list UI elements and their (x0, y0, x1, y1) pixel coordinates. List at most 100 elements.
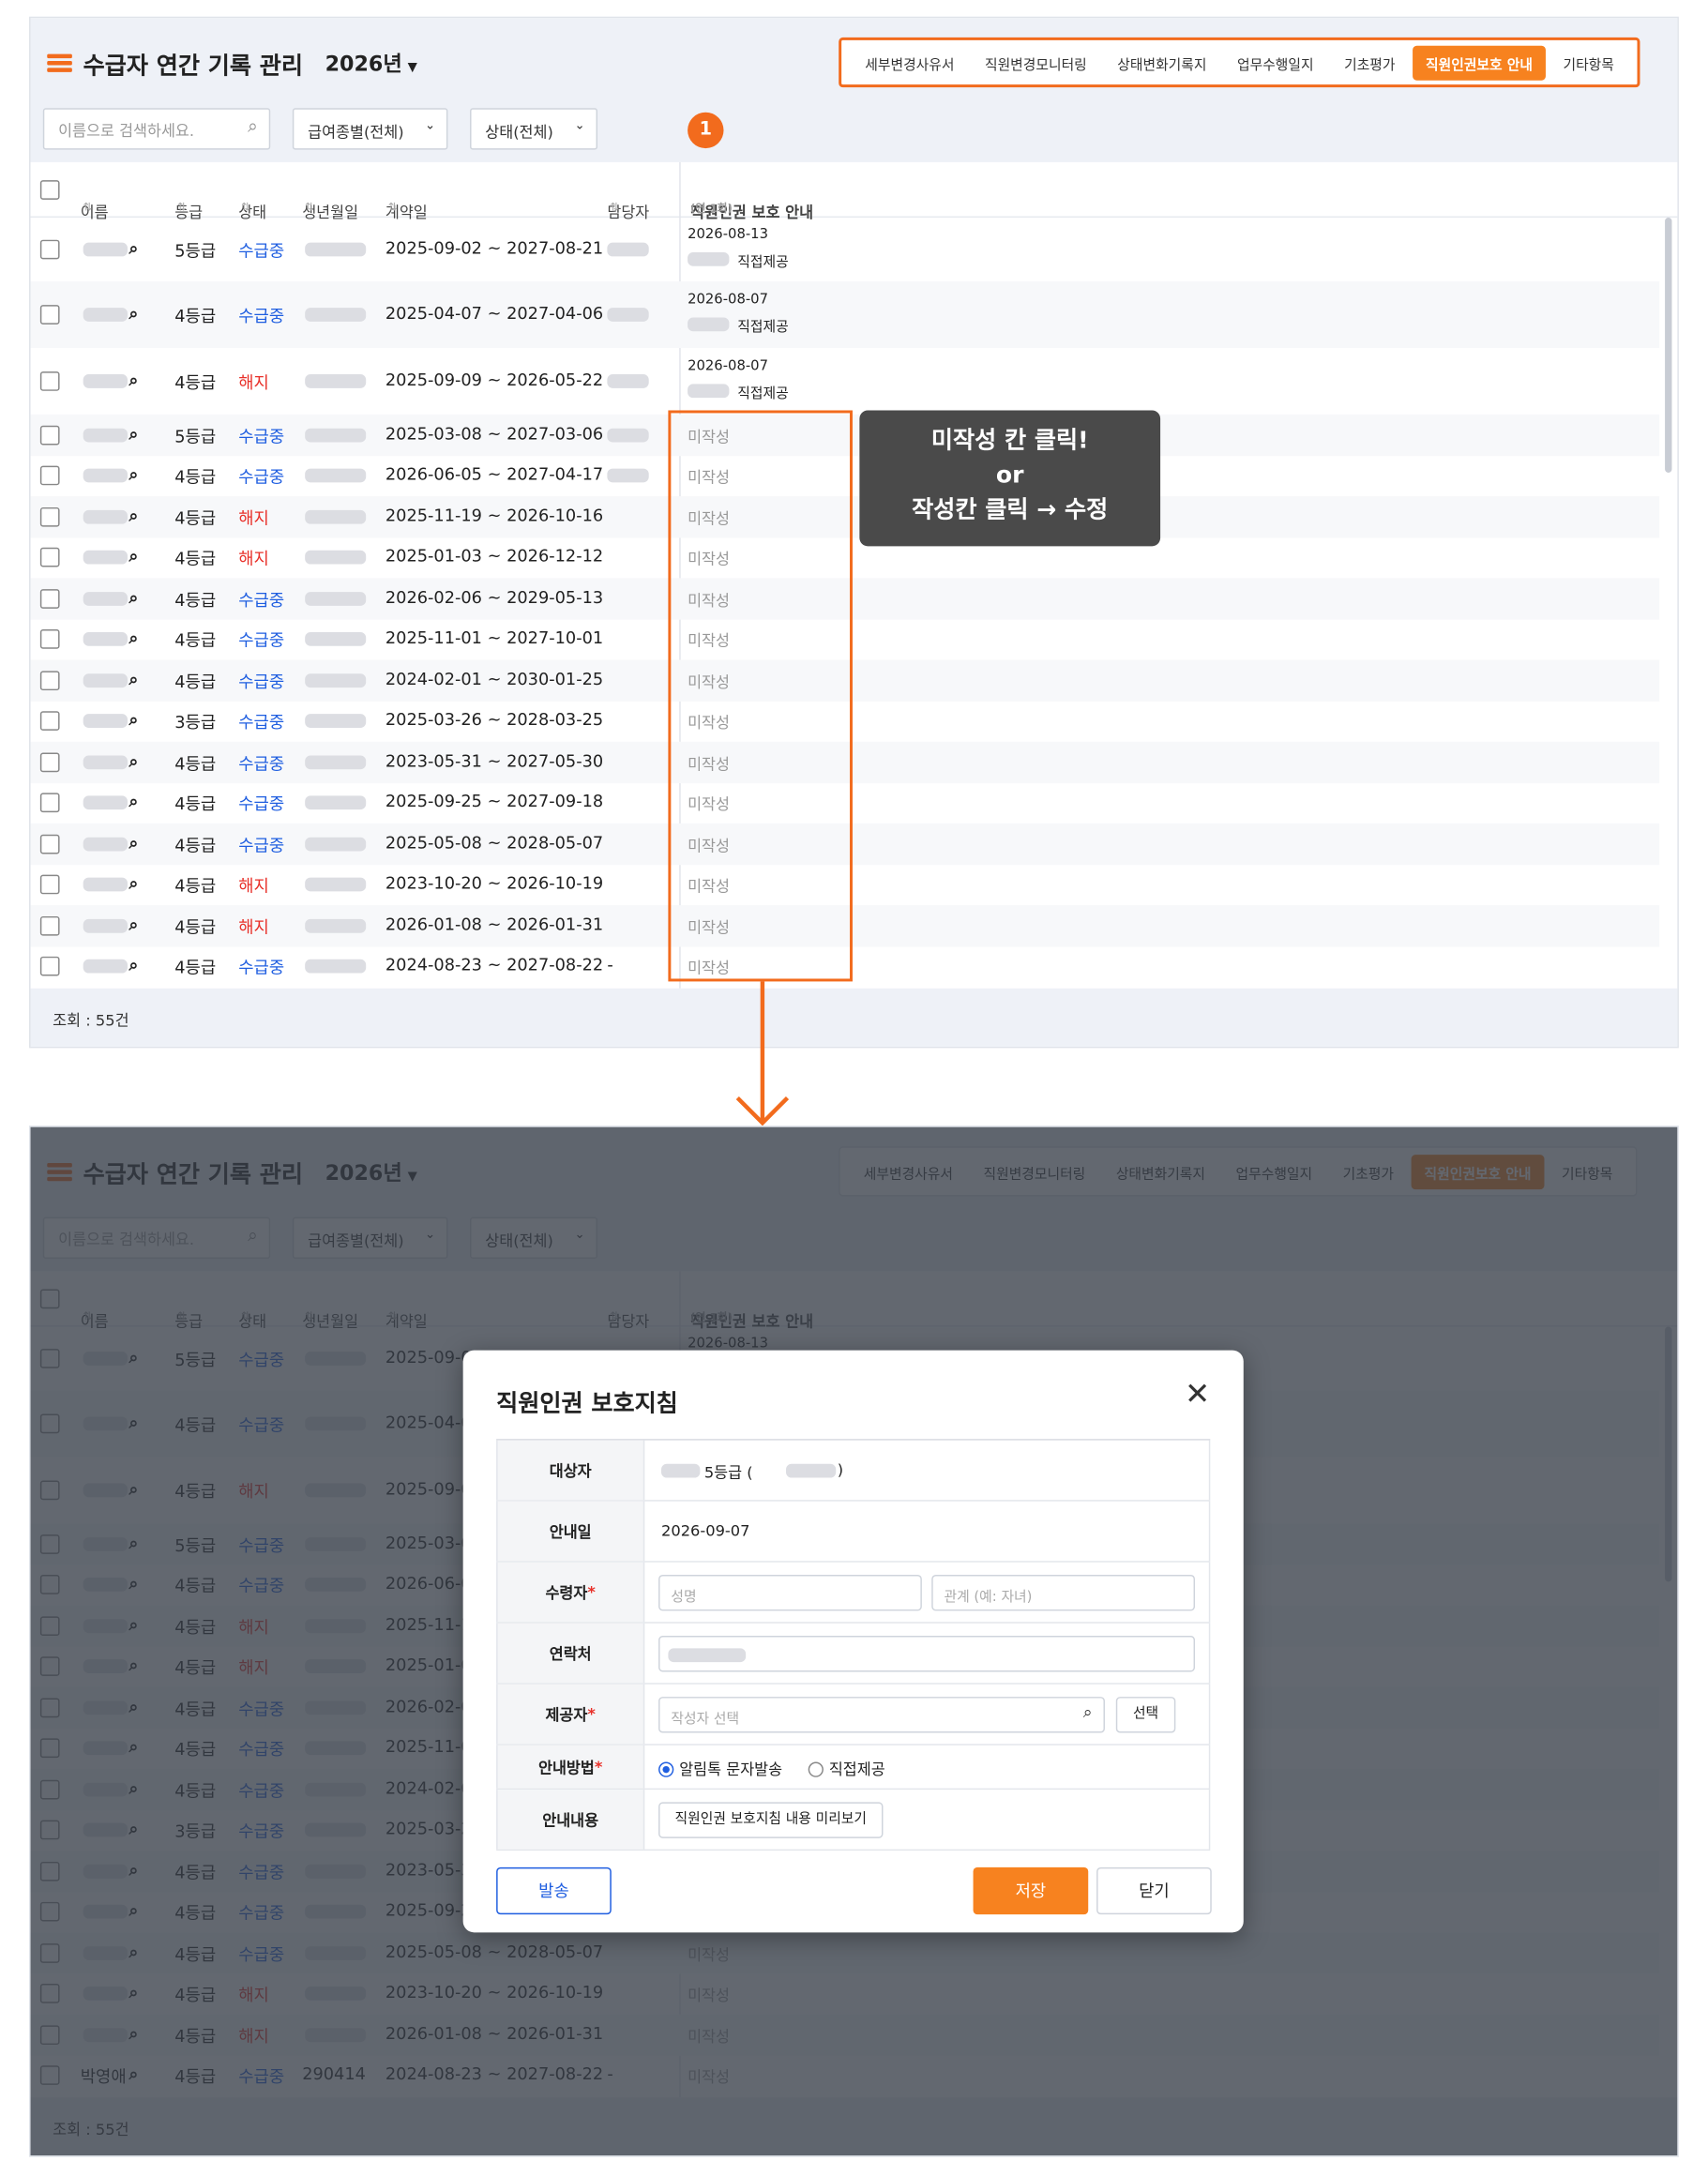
row-checkbox[interactable] (39, 465, 60, 486)
row-checkbox[interactable] (39, 793, 60, 813)
method-direct-radio[interactable]: 직접제공 (808, 1758, 885, 1780)
provider-select-button[interactable]: 선택 (1115, 1697, 1176, 1733)
search-icon[interactable]: ⌕ (128, 547, 138, 567)
hamburger-icon[interactable] (47, 53, 72, 73)
guide-method[interactable]: 직접제공 (737, 249, 788, 270)
close-icon[interactable]: ✕ (1185, 1378, 1210, 1413)
contract-cell: 2025-11-01 ~ 2027-10-01 (385, 627, 604, 648)
search-icon[interactable]: ⌕ (128, 670, 138, 690)
tab-1[interactable]: 직원변경모니터링 (973, 45, 1099, 80)
radio-checked-icon (658, 1760, 674, 1777)
contract-cell: 2026-01-08 ~ 2026-01-31 (385, 914, 604, 934)
select-all-checkbox[interactable] (39, 180, 60, 200)
contact-label: 연락처 (496, 1623, 645, 1684)
receiver-label-text: 수령자 (545, 1583, 588, 1602)
guide-date[interactable]: 2026-08-07 (688, 293, 768, 308)
status-cell: 수급중 (238, 713, 285, 733)
tab-2[interactable]: 상태변화기록지 (1105, 45, 1219, 80)
table-row[interactable]: ⌕ 4등급 해지 2025-09-09 ~ 2026-05-22 2026-08-07 직… (31, 348, 1660, 415)
row-checkbox[interactable] (39, 371, 60, 391)
search-icon[interactable]: ⌕ (128, 833, 138, 854)
row-checkbox[interactable] (39, 915, 60, 936)
table-row[interactable]: ⌕ 4등급 수급중 2025-04-07 ~ 2027-04-06 2026-08-07… (30, 281, 1660, 348)
row-checkbox[interactable] (39, 629, 60, 650)
contract-cell: 2025-01-03 ~ 2026-12-12 (385, 546, 604, 567)
guide-method[interactable]: 직접제공 (737, 381, 788, 401)
search-icon[interactable]: ⌕ (1083, 1702, 1093, 1723)
method-alimtalk-radio[interactable]: 알림톡 문자발송 (658, 1758, 782, 1780)
search-icon[interactable]: ⌕ (128, 956, 138, 976)
row-checkbox[interactable] (39, 425, 60, 446)
status-filter-label: 상태(전체) (485, 123, 553, 142)
table-header: 이름⇅ 등급⇅ 상태⇅ 생년월일⇅ 계약일⇅ 담당자⇅ 직원인권 보호 안내(연… (30, 161, 1678, 221)
search-icon[interactable]: ⌕ (128, 506, 138, 526)
search-icon[interactable]: ⌕ (128, 710, 138, 731)
row-checkbox[interactable] (39, 670, 60, 690)
preview-button[interactable]: 직원인권 보호지침 내용 미리보기 (658, 1802, 884, 1838)
table-row[interactable]: ⌕ 5등급 수급중 2025-09-02 ~ 2027-08-21 2026-08-13… (31, 218, 1660, 281)
guide-method[interactable]: 직접제공 (737, 315, 788, 335)
search-icon[interactable]: ⌕ (128, 464, 138, 485)
send-button[interactable]: 발송 (496, 1866, 612, 1915)
row-checkbox[interactable] (39, 834, 60, 854)
search-icon[interactable]: ⌕ (128, 238, 138, 259)
blurred-name (83, 551, 128, 565)
row-checkbox[interactable] (39, 305, 60, 325)
content-value: 직원인권 보호지침 내용 미리보기 (644, 1790, 1211, 1850)
save-button[interactable]: 저장 (973, 1866, 1089, 1915)
blurred-name (83, 918, 128, 933)
blurred-birth (305, 242, 367, 257)
blurred-name (83, 374, 128, 388)
year-label: 2026년 (325, 51, 402, 77)
status-select[interactable]: 상태(전체) ⌄ (470, 108, 598, 150)
tab-0[interactable]: 세부변경사유서 (853, 45, 967, 80)
pay-type-select[interactable]: 급여종별(전체) ⌄ (292, 108, 448, 150)
receiver-relation-input[interactable]: 관계 (예: 자녀) (931, 1575, 1196, 1611)
search-icon[interactable]: ⌕ (128, 914, 138, 935)
tab-3[interactable]: 업무수행일지 (1225, 45, 1326, 80)
tab-6[interactable]: 기타항목 (1550, 45, 1626, 80)
receiver-label: 수령자 * (496, 1562, 645, 1623)
scrollbar[interactable] (1665, 218, 1672, 473)
blurred-name (83, 632, 128, 647)
grade-cell: 3등급 (174, 713, 217, 733)
search-icon[interactable]: ⌕ (248, 116, 258, 137)
caret-down-icon: ▼ (407, 61, 417, 75)
tab-4[interactable]: 기초평가 (1332, 45, 1408, 80)
status-cell: 해지 (238, 549, 269, 569)
close-button[interactable]: 닫기 (1096, 1866, 1212, 1915)
search-icon[interactable]: ⌕ (128, 304, 138, 325)
search-icon[interactable]: ⌕ (128, 792, 138, 812)
guide-date[interactable]: 2026-08-13 (688, 227, 768, 242)
contract-cell: 2023-05-31 ~ 2027-05-30 (385, 750, 604, 771)
blurred-birth (305, 591, 367, 606)
form-row-contact: 연락처 (496, 1623, 1211, 1685)
search-icon[interactable]: ⌕ (128, 751, 138, 772)
sort-icon: ⇅ (305, 201, 315, 214)
contact-input[interactable] (658, 1636, 1196, 1672)
row-checkbox[interactable] (39, 548, 60, 567)
row-checkbox[interactable] (39, 957, 60, 976)
status-cell: 수급중 (238, 590, 285, 610)
grade-cell: 4등급 (174, 672, 217, 692)
search-icon[interactable]: ⌕ (128, 874, 138, 895)
row-checkbox[interactable] (39, 874, 60, 895)
row-checkbox[interactable] (39, 239, 60, 260)
receiver-name-input[interactable]: 성명 (658, 1575, 922, 1611)
guide-date[interactable]: 2026-08-07 (688, 359, 768, 374)
provider-input[interactable]: 작성자 선택 ⌕ (658, 1697, 1105, 1733)
search-icon[interactable]: ⌕ (128, 370, 138, 391)
blurred-birth (305, 755, 367, 769)
search-input[interactable]: 이름으로 검색하세요. ⌕ (42, 108, 271, 150)
row-checkbox[interactable] (39, 506, 60, 527)
search-icon[interactable]: ⌕ (128, 424, 138, 445)
search-icon[interactable]: ⌕ (128, 587, 138, 608)
row-checkbox[interactable] (39, 711, 60, 732)
row-checkbox[interactable] (39, 588, 60, 609)
search-icon[interactable]: ⌕ (128, 628, 138, 649)
tab-5[interactable]: 직원인권보호 안내 (1413, 45, 1546, 80)
year-select[interactable]: 2026년 ▼ (325, 49, 417, 78)
blurred-phone (668, 1648, 747, 1663)
method-label: 안내방법 * (496, 1745, 645, 1789)
row-checkbox[interactable] (39, 752, 60, 772)
